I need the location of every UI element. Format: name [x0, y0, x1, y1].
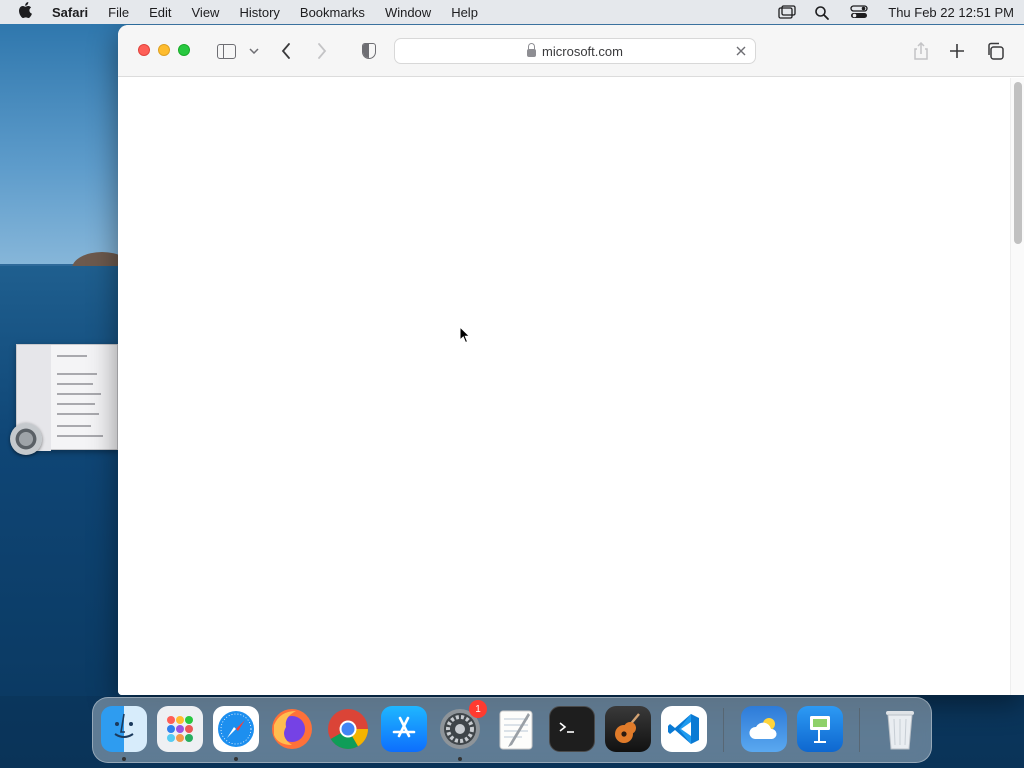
thumbnail-line: [57, 373, 97, 375]
menu-bar-clock[interactable]: Thu Feb 22 12:51 PM: [888, 5, 1014, 20]
dock-terminal[interactable]: [549, 706, 595, 752]
running-indicator: [234, 757, 238, 761]
privacy-report-button[interactable]: [358, 39, 380, 63]
dock-separator: [723, 708, 724, 752]
launchpad-grid-icon: [167, 716, 193, 742]
menu-file[interactable]: File: [108, 5, 129, 20]
safari-toolbar: microsoft.com: [118, 25, 1024, 77]
chevron-right-icon: [318, 43, 327, 59]
sidebar-toggle-button[interactable]: [214, 39, 238, 63]
system-preferences-gear-icon: [10, 423, 42, 455]
notification-badge: 1: [469, 700, 487, 718]
dock-app-store[interactable]: [381, 706, 427, 752]
tab-overview-icon: [988, 42, 1004, 60]
menu-view[interactable]: View: [192, 5, 220, 20]
thumbnail-line: [57, 355, 87, 357]
tab-groups-chevron-button[interactable]: [246, 39, 262, 63]
dock-finder[interactable]: [101, 706, 147, 752]
menu-bookmarks[interactable]: Bookmarks: [300, 5, 365, 20]
dock-separator: [859, 708, 860, 752]
dock-trash[interactable]: [877, 706, 923, 752]
thumbnail-line: [57, 435, 103, 437]
thumbnail-line: [57, 403, 95, 405]
window-minimize-button[interactable]: [158, 44, 170, 56]
menu-window[interactable]: Window: [385, 5, 431, 20]
vertical-scrollbar[interactable]: [1014, 82, 1022, 244]
safari-window: microsoft.com: [118, 25, 1024, 695]
dock-garageband[interactable]: [605, 706, 651, 752]
control-center-icon[interactable]: [850, 5, 868, 19]
dock-chrome[interactable]: [325, 706, 371, 752]
address-bar[interactable]: microsoft.com: [394, 38, 756, 64]
keynote-podium-icon: [810, 716, 830, 743]
thumbnail-line: [57, 425, 91, 427]
running-indicator: [458, 757, 462, 761]
menu-edit[interactable]: Edit: [149, 5, 171, 20]
vscode-icon: [668, 714, 699, 744]
app-store-icon: [392, 716, 416, 738]
window-close-button[interactable]: [138, 44, 150, 56]
dock-system-preferences[interactable]: 1: [437, 700, 487, 752]
dock: 1: [92, 697, 932, 763]
new-tab-button[interactable]: [946, 39, 968, 63]
dock-keynote[interactable]: [797, 706, 843, 752]
share-button[interactable]: [910, 39, 932, 63]
dock-safari[interactable]: [213, 706, 259, 752]
tab-overview-button[interactable]: [984, 39, 1006, 63]
dock-firefox[interactable]: [269, 706, 315, 752]
address-bar-url: microsoft.com: [542, 43, 623, 59]
close-icon: [736, 46, 746, 56]
thumbnail-line: [57, 393, 101, 395]
weather-cloud-sun-icon: [749, 718, 777, 739]
spotlight-search-icon[interactable]: [814, 5, 832, 20]
web-page-content[interactable]: [118, 78, 1024, 695]
menu-history[interactable]: History: [239, 5, 279, 20]
apple-menu-icon[interactable]: [18, 2, 34, 22]
thumbnail-line: [57, 383, 93, 385]
screen-mirroring-icon[interactable]: [778, 5, 796, 19]
menu-bar: Safari File Edit View History Bookmarks …: [0, 0, 1024, 24]
back-button[interactable]: [276, 39, 296, 63]
firefox-icon: [272, 709, 312, 749]
chevron-left-icon: [281, 43, 290, 59]
forward-button[interactable]: [312, 39, 332, 63]
dock-textedit[interactable]: [493, 706, 539, 752]
guitar-icon: [615, 713, 640, 743]
dock-launchpad[interactable]: [157, 706, 203, 752]
window-fullscreen-button[interactable]: [178, 44, 190, 56]
dock-vscode[interactable]: [661, 706, 707, 752]
dock-weather[interactable]: [741, 706, 787, 752]
chevron-down-icon: [249, 48, 259, 54]
lock-icon: [527, 42, 537, 57]
menu-help[interactable]: Help: [451, 5, 478, 20]
clear-address-button[interactable]: [733, 43, 749, 59]
running-indicator: [122, 757, 126, 761]
share-icon: [914, 42, 928, 60]
plus-icon: [950, 44, 964, 58]
finder-icon: [114, 713, 134, 738]
menu-app-safari[interactable]: Safari: [52, 5, 88, 20]
chrome-icon: [328, 709, 368, 749]
trash-icon: [886, 711, 914, 750]
terminal-icon: [559, 722, 574, 733]
textedit-icon: [499, 710, 533, 750]
thumbnail-line: [57, 413, 99, 415]
shield-icon: [362, 43, 376, 59]
safari-compass-icon: [218, 711, 254, 747]
sidebar-icon: [216, 43, 236, 59]
